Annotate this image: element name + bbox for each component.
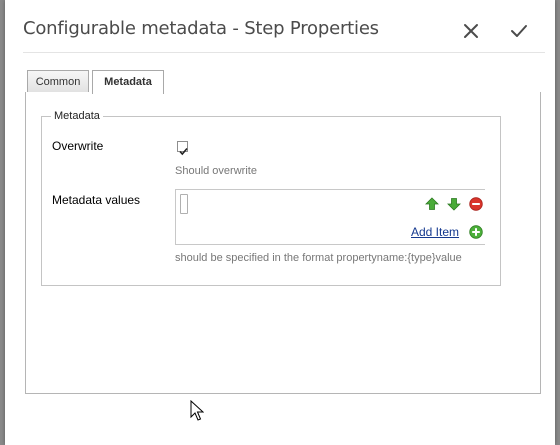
metadata-values-label: Metadata values — [52, 193, 141, 207]
overwrite-label: Overwrite — [52, 139, 104, 153]
done-button[interactable] — [508, 20, 530, 42]
metadata-values-multifield: Add Item — [175, 189, 485, 245]
arrow-down-icon — [447, 198, 461, 211]
tab-panel-metadata: Metadata Overwrite Should overwrite Meta… — [25, 92, 541, 394]
header-divider — [23, 52, 545, 53]
add-item-link[interactable]: Add Item — [411, 225, 459, 239]
move-down-button[interactable] — [447, 197, 461, 211]
remove-item-button[interactable] — [469, 197, 483, 211]
fieldset-legend: Metadata — [54, 110, 100, 122]
arrow-up-icon — [425, 197, 439, 210]
move-up-button[interactable] — [425, 197, 439, 211]
checkmark-icon — [508, 20, 530, 42]
close-button[interactable] — [460, 20, 482, 42]
step-properties-dialog: Configurable metadata - Step Properties … — [5, 0, 555, 445]
remove-icon — [469, 197, 483, 211]
add-item-button[interactable] — [469, 225, 483, 239]
metadata-values-hint: should be specified in the format proper… — [175, 252, 462, 264]
overwrite-hint: Should overwrite — [175, 165, 257, 177]
mouse-cursor-icon — [190, 399, 205, 426]
dialog-title: Configurable metadata - Step Properties — [23, 18, 379, 39]
tab-common[interactable]: Common — [27, 70, 89, 92]
tab-metadata[interactable]: Metadata — [92, 70, 164, 94]
add-icon — [469, 225, 483, 239]
overwrite-checkbox[interactable] — [177, 141, 188, 156]
metadata-value-input[interactable] — [180, 194, 188, 214]
close-icon — [460, 20, 482, 42]
checkmark-icon — [179, 147, 188, 156]
